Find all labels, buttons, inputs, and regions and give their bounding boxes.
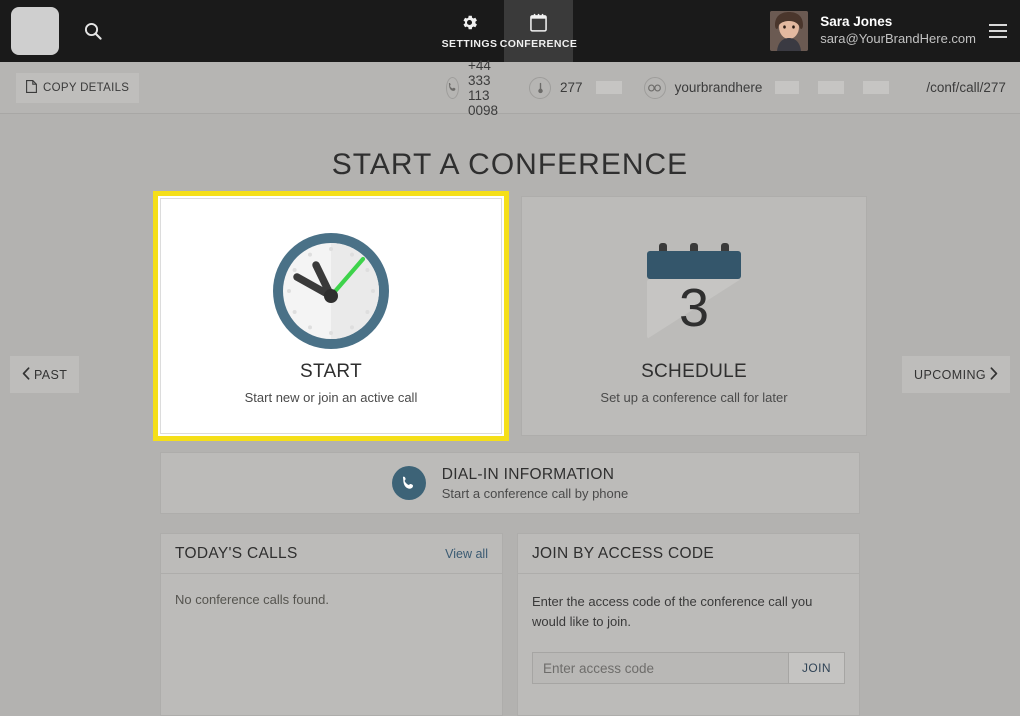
redacted-block-domain-1 (775, 81, 800, 94)
info-brand-domain: yourbrandhere (674, 80, 763, 95)
page-title: START A CONFERENCE (331, 148, 689, 181)
info-item-link: yourbrandhere /conf/call/277 (643, 76, 1020, 99)
info-phone-number: +44 333 113 0098 (468, 57, 499, 118)
calendar-day-icon: 3 (632, 227, 756, 355)
upcoming-conferences-button[interactable]: UPCOMING (902, 356, 1010, 393)
tab-conference-label: CONFERENCE (499, 37, 578, 50)
join-panel-header: JOIN BY ACCESS CODE (518, 534, 859, 574)
join-button[interactable]: JOIN (788, 653, 844, 684)
search-icon[interactable] (73, 11, 113, 51)
copy-document-icon (26, 79, 37, 96)
user-email: sara@YourBrandHere.com (820, 31, 976, 47)
schedule-conference-card[interactable]: 3 SCHEDULE Set up a conference call for … (521, 196, 867, 436)
conference-info-bar: COPY DETAILS +44 333 113 0098 277 yourbr… (0, 58, 1020, 118)
chevron-right-icon (990, 366, 998, 383)
conference-app: SETTINGS CONFERENCE Sara Jones sara@Your… (0, 0, 1020, 716)
redacted-block-domain-2 (818, 81, 845, 94)
upcoming-label: UPCOMING (914, 367, 986, 382)
brand-logo-placeholder[interactable] (11, 7, 59, 55)
hamburger-menu-icon[interactable] (989, 21, 1009, 41)
access-code-row: JOIN (532, 652, 845, 685)
dial-in-subtitle: Start a conference call by phone (441, 485, 629, 501)
copy-details-button[interactable]: COPY DETAILS (16, 72, 140, 103)
past-label: PAST (34, 367, 68, 382)
dial-info-items: +44 333 113 0098 277 yourbrandhere /conf… (446, 58, 1020, 118)
top-navigation-bar: SETTINGS CONFERENCE Sara Jones sara@Your… (0, 0, 1020, 62)
tab-conference[interactable]: CONFERENCE (500, 0, 577, 62)
chevron-left-icon (22, 366, 30, 383)
start-conference-card[interactable]: START Start new or join an active call (153, 191, 509, 441)
view-all-link[interactable]: View all (445, 547, 488, 561)
todays-calls-header: TODAY'S CALLS View all (161, 534, 502, 574)
join-by-access-code-panel: JOIN BY ACCESS CODE Enter the access cod… (517, 533, 860, 716)
action-cards-row: START Start new or join an active call 3 (153, 191, 867, 441)
start-card-subtitle: Start new or join an active call (244, 390, 418, 405)
start-card-title: START (299, 361, 363, 382)
gear-icon (463, 15, 477, 29)
access-code-input[interactable] (533, 653, 788, 684)
info-item-phone: +44 333 113 0098 (446, 58, 507, 118)
user-account-block[interactable]: Sara Jones sara@YourBrandHere.com (770, 0, 976, 62)
tab-settings[interactable]: SETTINGS (435, 0, 504, 62)
copy-details-label: COPY DETAILS (43, 81, 130, 94)
avatar (770, 11, 809, 51)
todays-calls-panel: TODAY'S CALLS View all No conference cal… (160, 533, 503, 716)
join-panel-body: Enter the access code of the conference … (518, 574, 859, 702)
info-item-pin: 277 (529, 76, 622, 99)
primary-tabs: SETTINGS CONFERENCE (435, 0, 577, 62)
todays-calls-body: No conference calls found. (161, 574, 502, 625)
redacted-block-domain-3 (863, 81, 890, 94)
join-panel-description: Enter the access code of the conference … (532, 594, 813, 630)
user-info: Sara Jones sara@YourBrandHere.com (820, 14, 976, 47)
dial-in-information-card[interactable]: DIAL-IN INFORMATION Start a conference c… (160, 452, 860, 514)
main-content: START A CONFERENCE PAST UPCOMING START S… (0, 114, 1020, 716)
link-icon (643, 76, 666, 99)
bottom-panels: TODAY'S CALLS View all No conference cal… (160, 533, 860, 716)
join-panel-title: JOIN BY ACCESS CODE (532, 544, 714, 562)
todays-calls-title: TODAY'S CALLS (175, 544, 298, 562)
user-name: Sara Jones (820, 14, 893, 30)
calendar-icon (530, 13, 547, 32)
schedule-card-subtitle: Set up a conference call for later (600, 390, 788, 405)
phone-icon (446, 76, 459, 99)
dial-in-title: DIAL-IN INFORMATION (441, 465, 615, 483)
phone-handset-icon (391, 466, 426, 500)
tab-settings-label: SETTINGS (441, 37, 498, 50)
info-pin-code: 277 (560, 80, 583, 95)
past-conferences-button[interactable]: PAST (10, 356, 80, 393)
pin-code-icon (529, 76, 552, 99)
redacted-block-pin (595, 81, 622, 94)
info-call-path: /conf/call/277 (926, 80, 1006, 95)
clock-icon (269, 227, 393, 355)
calendar-day-number: 3 (679, 278, 709, 338)
schedule-card-title: SCHEDULE (641, 361, 747, 382)
todays-calls-empty-message: No conference calls found. (175, 592, 329, 607)
